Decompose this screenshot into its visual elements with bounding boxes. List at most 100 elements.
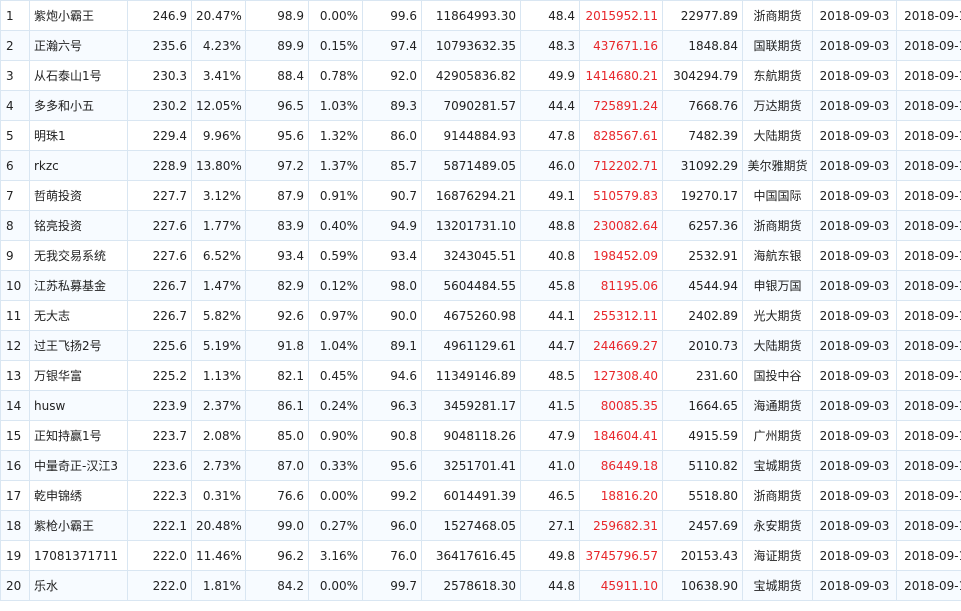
cell-end-date: 2018-09-10: [896, 180, 961, 211]
cell-broker: 海证期货: [742, 540, 813, 571]
cell-start-date: 2018-09-03: [812, 480, 897, 511]
cell-fee: 2532.91: [662, 240, 743, 271]
cell-stability: 46.0: [520, 150, 580, 181]
cell-max-drawdown: 1.04%: [308, 330, 363, 361]
cell-score: 225.2: [127, 360, 192, 391]
cell-profit: 255312.11: [579, 300, 663, 331]
table-row[interactable]: 9 无我交易系统 227.6 6.52% 93.4 0.59% 93.4 3243045.51…: [0, 240, 961, 271]
cell-broker: 永安期货: [742, 510, 813, 541]
cell-fee: 22977.89: [662, 0, 743, 31]
cell-start-date: 2018-09-03: [812, 210, 897, 241]
cell-end-date: 2018-09-10: [896, 420, 961, 451]
cell-start-date: 2018-09-03: [812, 570, 897, 601]
cell-fee: 7668.76: [662, 90, 743, 121]
cell-stability: 44.4: [520, 90, 580, 121]
cell-broker: 海航东银: [742, 240, 813, 271]
cell-rank: 18: [0, 510, 30, 541]
cell-fee: 2402.89: [662, 300, 743, 331]
cell-max-drawdown: 3.16%: [308, 540, 363, 571]
cell-profit: 80085.35: [579, 390, 663, 421]
cell-stability: 41.5: [520, 390, 580, 421]
table-row[interactable]: 18 紫枪小霸王 222.1 20.48% 99.0 0.27% 96.0 1527468.0…: [0, 510, 961, 541]
cell-account-name: 无我交易系统: [29, 240, 128, 271]
cell-max-drawdown: 1.03%: [308, 90, 363, 121]
cell-fee: 6257.36: [662, 210, 743, 241]
table-row[interactable]: 8 铭亮投资 227.6 1.77% 83.9 0.40% 94.9 13201731.10 4…: [0, 210, 961, 241]
cell-stability: 40.8: [520, 240, 580, 271]
cell-score: 228.9: [127, 150, 192, 181]
cell-win-score: 91.8: [245, 330, 309, 361]
cell-fee: 31092.29: [662, 150, 743, 181]
table-row[interactable]: 3 从石泰山1号 230.3 3.41% 88.4 0.78% 92.0 42905836.8…: [0, 60, 961, 91]
table-row[interactable]: 6 rkzc 228.9 13.80% 97.2 1.37% 85.7 5871489.05 4…: [0, 150, 961, 181]
cell-fee: 5110.82: [662, 450, 743, 481]
cell-equity: 13201731.10: [421, 210, 521, 241]
table-row[interactable]: 7 哲萌投资 227.7 3.12% 87.9 0.91% 90.7 16876294.21 4…: [0, 180, 961, 211]
cell-equity: 36417616.45: [421, 540, 521, 571]
cell-score: 235.6: [127, 30, 192, 61]
cell-return-rate: 2.73%: [191, 450, 246, 481]
cell-rank: 15: [0, 420, 30, 451]
table-row[interactable]: 5 明珠1 229.4 9.96% 95.6 1.32% 86.0 9144884.93 47.…: [0, 120, 961, 151]
cell-max-drawdown: 0.24%: [308, 390, 363, 421]
cell-win-score: 82.9: [245, 270, 309, 301]
table-row[interactable]: 12 过王飞扬2号 225.6 5.19% 91.8 1.04% 89.1 4961129.6…: [0, 330, 961, 361]
table-row[interactable]: 4 多多和小五 230.2 12.05% 96.5 1.03% 89.3 7090281.57…: [0, 90, 961, 121]
cell-max-drawdown: 0.40%: [308, 210, 363, 241]
cell-return-rate: 20.48%: [191, 510, 246, 541]
cell-score: 227.6: [127, 240, 192, 271]
cell-equity: 5604484.55: [421, 270, 521, 301]
cell-fee: 1664.65: [662, 390, 743, 421]
cell-account-name: 正瀚六号: [29, 30, 128, 61]
table-row[interactable]: 20 乐水 222.0 1.81% 84.2 0.00% 99.7 2578618.30 44.…: [0, 570, 961, 601]
table-row[interactable]: 15 正知持赢1号 223.7 2.08% 85.0 0.90% 90.8 9048118.2…: [0, 420, 961, 451]
cell-account-name: 铭亮投资: [29, 210, 128, 241]
cell-risk-score: 89.3: [362, 90, 422, 121]
table-row[interactable]: 1 紫炮小霸王 246.9 20.47% 98.9 0.00% 99.6 11864993.3…: [0, 0, 961, 31]
cell-risk-score: 94.6: [362, 360, 422, 391]
cell-account-name: 紫炮小霸王: [29, 0, 128, 31]
cell-account-name: 17081371711: [29, 540, 128, 571]
cell-rank: 7: [0, 180, 30, 211]
cell-broker: 浙商期货: [742, 480, 813, 511]
cell-win-score: 84.2: [245, 570, 309, 601]
cell-risk-score: 90.8: [362, 420, 422, 451]
cell-score: 222.0: [127, 570, 192, 601]
table-row[interactable]: 16 中量奇正-汉江3 223.6 2.73% 87.0 0.33% 95.6 3251701…: [0, 450, 961, 481]
ranking-table-body: 1 紫炮小霸王 246.9 20.47% 98.9 0.00% 99.6 11864993.3…: [0, 0, 961, 601]
table-row[interactable]: 10 江苏私募基金 226.7 1.47% 82.9 0.12% 98.0 5604484.5…: [0, 270, 961, 301]
table-row[interactable]: 2 正瀚六号 235.6 4.23% 89.9 0.15% 97.4 10793632.35 4…: [0, 30, 961, 61]
cell-start-date: 2018-09-03: [812, 240, 897, 271]
cell-win-score: 89.9: [245, 30, 309, 61]
cell-score: 223.9: [127, 390, 192, 421]
cell-start-date: 2018-09-03: [812, 270, 897, 301]
cell-max-drawdown: 0.12%: [308, 270, 363, 301]
cell-end-date: 2018-09-10: [896, 480, 961, 511]
cell-rank: 12: [0, 330, 30, 361]
table-row[interactable]: 11 无大志 226.7 5.82% 92.6 0.97% 90.0 4675260.98 44…: [0, 300, 961, 331]
cell-return-rate: 1.13%: [191, 360, 246, 391]
cell-risk-score: 90.7: [362, 180, 422, 211]
table-row[interactable]: 14 husw 223.9 2.37% 86.1 0.24% 96.3 3459281.17 4…: [0, 390, 961, 421]
table-row[interactable]: 19 17081371711 222.0 11.46% 96.2 3.16% 76.0 364…: [0, 540, 961, 571]
cell-profit: 510579.83: [579, 180, 663, 211]
cell-return-rate: 2.08%: [191, 420, 246, 451]
cell-profit: 437671.16: [579, 30, 663, 61]
cell-end-date: 2018-09-10: [896, 210, 961, 241]
cell-risk-score: 99.6: [362, 0, 422, 31]
cell-risk-score: 85.7: [362, 150, 422, 181]
cell-fee: 20153.43: [662, 540, 743, 571]
table-row[interactable]: 13 万银华富 225.2 1.13% 82.1 0.45% 94.6 11349146.89…: [0, 360, 961, 391]
cell-rank: 4: [0, 90, 30, 121]
cell-stability: 27.1: [520, 510, 580, 541]
cell-win-score: 95.6: [245, 120, 309, 151]
cell-end-date: 2018-09-10: [896, 30, 961, 61]
cell-max-drawdown: 0.90%: [308, 420, 363, 451]
cell-score: 223.7: [127, 420, 192, 451]
table-row[interactable]: 17 乾申锦绣 222.3 0.31% 76.6 0.00% 99.2 6014491.39 4…: [0, 480, 961, 511]
cell-win-score: 88.4: [245, 60, 309, 91]
cell-broker: 广州期货: [742, 420, 813, 451]
cell-profit: 1414680.21: [579, 60, 663, 91]
cell-equity: 9144884.93: [421, 120, 521, 151]
cell-profit: 828567.61: [579, 120, 663, 151]
